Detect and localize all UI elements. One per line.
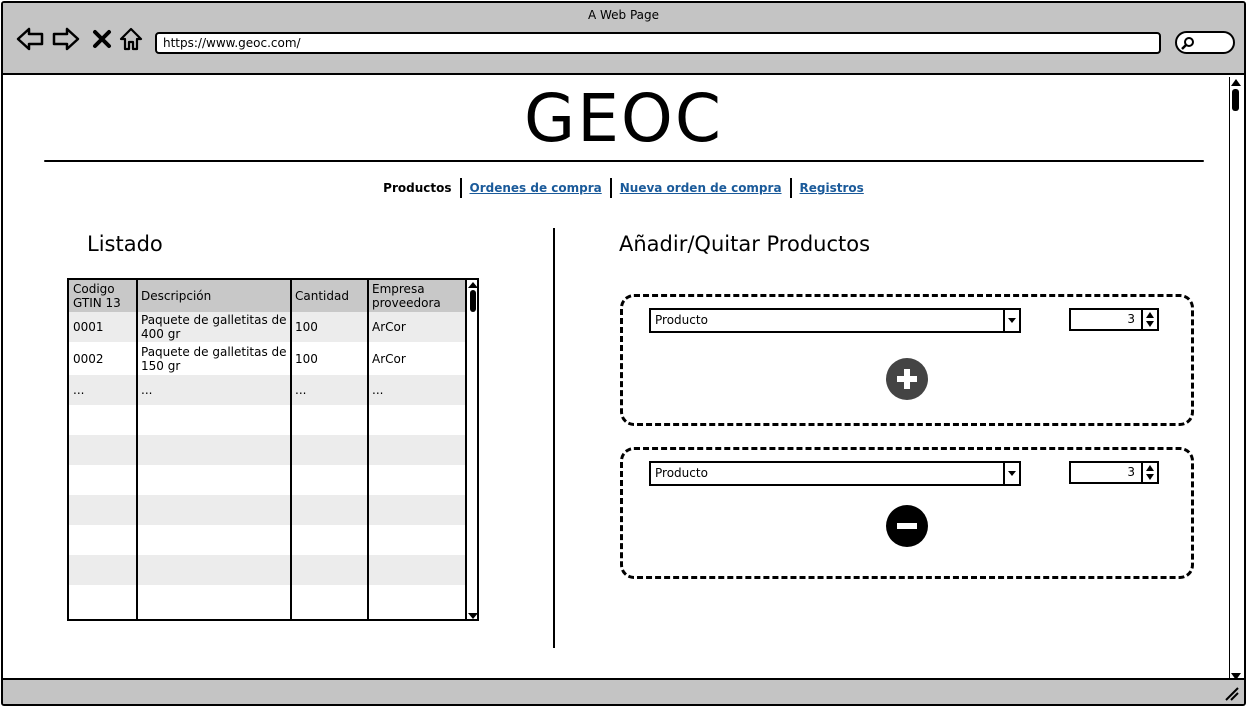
remove-button[interactable]	[886, 505, 928, 547]
resize-grip-icon[interactable]	[1224, 686, 1240, 702]
scroll-down-icon[interactable]	[468, 613, 477, 619]
stepper-value: 3	[1127, 465, 1135, 479]
table-row[interactable]: ... ... ... ...	[69, 375, 465, 405]
back-button[interactable]	[15, 25, 45, 53]
top-navigation: Productos Ordenes de compra Nueva orden …	[0, 178, 1247, 198]
remove-product-panel: Producto 3	[620, 447, 1194, 579]
increment-icon[interactable]	[1146, 465, 1154, 471]
table-cell: ...	[295, 383, 307, 397]
table-cell: Paquete de galletitas de 150 gr	[141, 344, 287, 373]
add-quantity-stepper[interactable]: 3	[1069, 308, 1159, 331]
select-value: Producto	[655, 466, 708, 480]
stop-button[interactable]	[87, 25, 117, 53]
select-value: Producto	[655, 313, 708, 327]
chevron-down-icon[interactable]	[1003, 310, 1019, 331]
table-cell: 100	[295, 320, 318, 334]
decrement-icon[interactable]	[1146, 321, 1154, 327]
editor-title: Añadir/Quitar Productos	[619, 232, 871, 256]
column-header[interactable]: Empresa proveedora	[368, 280, 465, 312]
nav-separator	[609, 178, 612, 198]
column-header[interactable]: Cantidad	[291, 280, 368, 312]
window-title: A Web Page	[587, 8, 660, 22]
table-cell: Paquete de galletitas de 400 gr	[141, 313, 287, 341]
close-icon	[93, 30, 111, 48]
nav-link-nueva-orden[interactable]: Nueva orden de compra	[620, 181, 782, 195]
table-cell: 0002	[73, 351, 104, 366]
back-arrow-icon	[16, 27, 44, 51]
table-row-empty[interactable]	[69, 435, 465, 465]
stepper-spin[interactable]	[1141, 310, 1157, 329]
increment-icon[interactable]	[1146, 312, 1154, 318]
table-cell: ArCor	[372, 320, 406, 334]
table-row-empty[interactable]	[69, 525, 465, 555]
decrement-icon[interactable]	[1146, 474, 1154, 480]
url-text: https://www.geoc.com/	[163, 36, 301, 50]
nav-link-ordenes[interactable]: Ordenes de compra	[470, 181, 602, 195]
table-cell: ...	[372, 383, 384, 397]
add-button[interactable]	[886, 358, 928, 400]
add-product-panel: Producto 3	[620, 294, 1194, 426]
column-divider	[136, 280, 138, 619]
minus-circle-icon	[897, 523, 917, 529]
listado-title: Listado	[87, 232, 163, 256]
browser-statusbar	[3, 678, 1244, 704]
table-cell: ArCor	[372, 351, 406, 366]
table-row-empty[interactable]	[69, 555, 465, 585]
section-divider	[553, 228, 555, 648]
table-cell: ...	[73, 383, 85, 397]
products-table-body: Codigo GTIN 13 Descripción Cantidad Empr…	[69, 280, 465, 615]
column-header[interactable]: Codigo GTIN 13	[69, 280, 137, 312]
stepper-spin[interactable]	[1141, 463, 1157, 482]
search-icon	[1181, 37, 1194, 50]
table-cell: 100	[295, 351, 318, 366]
nav-separator	[459, 178, 462, 198]
home-icon	[119, 27, 143, 51]
table-cell: ...	[141, 383, 153, 397]
browser-search-box[interactable]	[1175, 31, 1235, 54]
table-row[interactable]: 0001 Paquete de galletitas de 400 gr 100…	[69, 312, 465, 342]
column-header[interactable]: Descripción	[137, 280, 291, 312]
page-scrollbar[interactable]	[1229, 77, 1242, 682]
table-row-empty[interactable]	[69, 465, 465, 495]
chevron-down-icon[interactable]	[1003, 463, 1019, 484]
stepper-value: 3	[1127, 312, 1135, 326]
browser-titlebar: A Web Page https://www.geoc.com/	[3, 3, 1244, 75]
products-table: Codigo GTIN 13 Descripción Cantidad Empr…	[67, 278, 479, 621]
url-bar[interactable]: https://www.geoc.com/	[155, 32, 1161, 54]
table-cell: 0001	[73, 320, 104, 334]
nav-separator	[789, 178, 792, 198]
header-divider	[44, 160, 1204, 162]
add-product-select[interactable]: Producto	[649, 308, 1021, 333]
scroll-up-icon[interactable]	[468, 282, 477, 288]
forward-button[interactable]	[51, 25, 81, 53]
nav-link-registros[interactable]: Registros	[800, 181, 864, 195]
table-scrollbar[interactable]	[465, 280, 477, 619]
home-button[interactable]	[116, 25, 146, 53]
forward-arrow-icon	[52, 27, 80, 51]
plus-circle-icon	[897, 369, 917, 389]
table-row-empty[interactable]	[69, 495, 465, 525]
site-logo: GEOC	[524, 80, 723, 157]
column-divider	[367, 280, 369, 619]
table-row-empty[interactable]	[69, 405, 465, 435]
table-scroll-thumb[interactable]	[470, 290, 476, 312]
remove-product-select[interactable]: Producto	[649, 461, 1021, 486]
remove-quantity-stepper[interactable]: 3	[1069, 461, 1159, 484]
column-divider	[290, 280, 292, 619]
nav-item-productos[interactable]: Productos	[383, 181, 451, 195]
table-header-row: Codigo GTIN 13 Descripción Cantidad Empr…	[69, 280, 465, 312]
table-row-empty[interactable]	[69, 585, 465, 615]
table-row[interactable]: 0002 Paquete de galletitas de 150 gr 100…	[69, 342, 465, 375]
